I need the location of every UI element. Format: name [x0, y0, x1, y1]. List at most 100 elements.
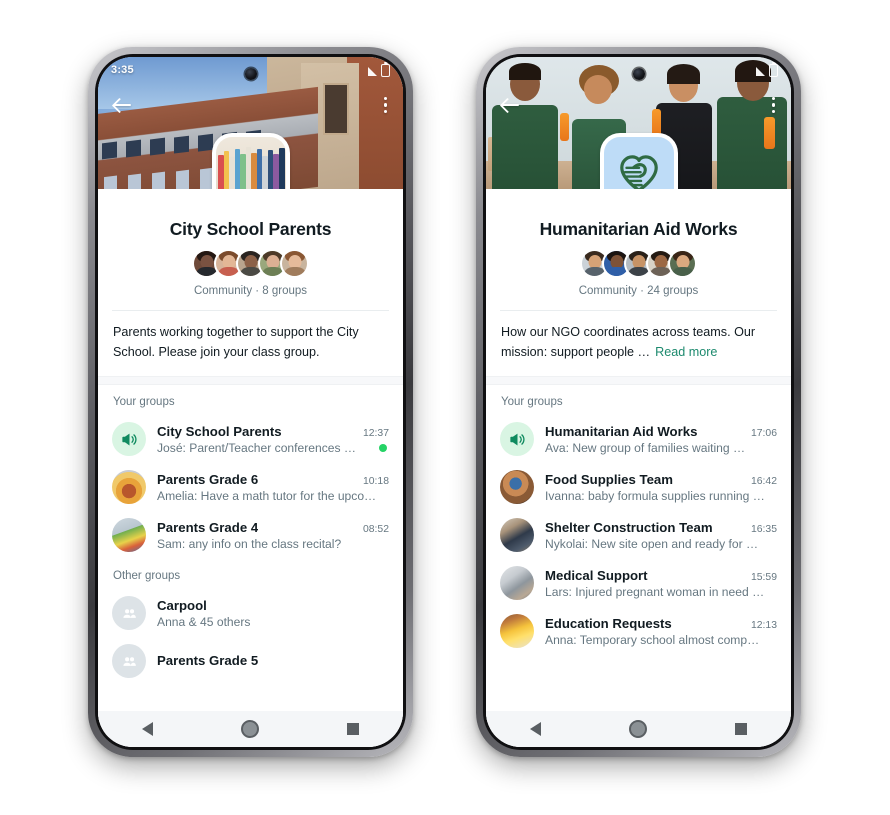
- group-item-top: Parents Grade 5: [157, 653, 389, 668]
- group-placeholder-icon: [112, 596, 146, 631]
- signal-icon: [368, 66, 377, 76]
- group-name: Parents Grade 4: [157, 519, 259, 535]
- books-photo-icon: [215, 137, 286, 189]
- group-name: City School Parents: [157, 423, 282, 439]
- group-avatar-photo: [500, 566, 534, 601]
- window: [126, 139, 141, 158]
- android-nav-bar-1: [98, 711, 403, 747]
- group-time: 15:59: [750, 571, 777, 583]
- group-preview-message: Sam: any info on the class recital?: [157, 536, 342, 551]
- group-avatar-photo: [500, 470, 534, 505]
- group-avatar-photo: [500, 614, 534, 649]
- community-meta: Community · 24 groups: [578, 285, 699, 297]
- window: [102, 141, 117, 160]
- battery-icon: [769, 61, 778, 77]
- group-item-content: Medical Support 15:59 Lars: Injured preg…: [545, 568, 777, 599]
- group-avatar-photo: [500, 518, 534, 553]
- group-list-item[interactable]: Parents Grade 6 10:18 Amelia: Have a mat…: [98, 463, 403, 511]
- group-item-content: Food Supplies Team 16:42 Ivanna: baby fo…: [545, 472, 777, 503]
- nav-home-icon[interactable]: [629, 720, 647, 738]
- group-list-item[interactable]: Shelter Construction Team 16:35 Nykolai:…: [486, 511, 791, 559]
- group-item-top: Shelter Construction Team 16:35: [545, 520, 777, 535]
- group-name: Medical Support: [545, 567, 648, 583]
- group-name: Food Supplies Team: [545, 471, 673, 487]
- group-list-item[interactable]: Parents Grade 5: [98, 637, 403, 685]
- group-item-top: Food Supplies Team 16:42: [545, 472, 777, 487]
- phone-bezel-2: Humanitarian Aid Works Community · 24 gr…: [483, 54, 794, 750]
- group-time: 10:18: [362, 475, 389, 487]
- group-list-item[interactable]: Parents Grade 4 08:52 Sam: any info on t…: [98, 511, 403, 559]
- window: [174, 135, 189, 154]
- phone-device-1: 3:35 City School Parents Community · 8 g…: [88, 47, 413, 757]
- megaphone-glyph: [509, 433, 524, 445]
- window: [104, 175, 117, 189]
- status-icons: [756, 61, 778, 77]
- group-item-content: Shelter Construction Team 16:35 Nykolai:…: [545, 520, 777, 551]
- megaphone-glyph: [121, 433, 136, 445]
- heart-hands-glyph: [619, 155, 658, 189]
- description-text: Parents working together to support the …: [113, 325, 359, 359]
- community-meta: Community · 8 groups: [193, 285, 308, 297]
- section-heading-your-groups: Your groups: [113, 396, 175, 409]
- group-preview-message: José: Parent/Teacher conferences …: [157, 440, 356, 455]
- group-item-top: Humanitarian Aid Works 17:06: [545, 424, 777, 439]
- group-item-bottom: Anna: Temporary school almost comp…: [545, 633, 777, 647]
- front-camera-icon: [244, 68, 257, 80]
- people-glyph: [122, 656, 136, 666]
- community-logo-1[interactable]: [211, 133, 290, 189]
- overflow-menu-icon[interactable]: [380, 93, 391, 117]
- top-app-bar-2: [486, 83, 791, 127]
- avatar: [668, 249, 697, 278]
- member-avatars: [112, 249, 389, 278]
- group-list-item[interactable]: City School Parents 12:37 José: Parent/T…: [98, 415, 403, 463]
- avatar: [280, 249, 309, 278]
- group-time: 16:35: [750, 523, 777, 535]
- group-item-content: Humanitarian Aid Works 17:06 Ava: New gr…: [545, 424, 777, 455]
- group-list-item[interactable]: Medical Support 15:59 Lars: Injured preg…: [486, 559, 791, 607]
- group-item-content: Parents Grade 5: [157, 653, 389, 670]
- nav-home-icon[interactable]: [241, 720, 259, 738]
- section-gap: [98, 376, 403, 386]
- community-description-1: Parents working together to support the …: [98, 311, 403, 376]
- group-preview-message: Lars: Injured pregnant woman in need …: [545, 584, 765, 599]
- nav-recents-icon[interactable]: [735, 723, 747, 735]
- read-more-link[interactable]: Read more: [655, 345, 717, 359]
- group-item-top: Medical Support 15:59: [545, 568, 777, 583]
- people-glyph: [122, 608, 136, 618]
- nav-back-icon[interactable]: [142, 722, 153, 736]
- group-item-content: City School Parents 12:37 José: Parent/T…: [157, 424, 389, 455]
- screenshot-stage: 3:35 City School Parents Community · 8 g…: [0, 0, 890, 815]
- group-item-content: Carpool Anna & 45 others: [157, 598, 389, 629]
- nav-recents-icon[interactable]: [347, 723, 359, 735]
- group-list-item[interactable]: Food Supplies Team 16:42 Ivanna: baby fo…: [486, 463, 791, 511]
- group-item-bottom: José: Parent/Teacher conferences …: [157, 441, 389, 455]
- overflow-menu-icon[interactable]: [768, 93, 779, 117]
- group-item-top: City School Parents 12:37: [157, 424, 389, 439]
- group-item-bottom: Ava: New group of families waiting …: [545, 441, 777, 455]
- community-title: Humanitarian Aid Works: [539, 219, 738, 239]
- group-list-item[interactable]: Carpool Anna & 45 others: [98, 589, 403, 637]
- group-item-bottom: Nykolai: New site open and ready for …: [545, 537, 777, 551]
- back-arrow-icon[interactable]: [498, 92, 524, 118]
- group-preview-message: Ivanna: baby formula supplies running …: [545, 488, 765, 503]
- section-gap: [486, 376, 791, 386]
- group-item-content: Education Requests 12:13 Anna: Temporary…: [545, 616, 777, 647]
- window: [128, 173, 141, 189]
- section-heading-your-groups: Your groups: [501, 396, 563, 409]
- group-item-bottom: Sam: any info on the class recital?: [157, 537, 389, 551]
- phone-screen-2: Humanitarian Aid Works Community · 24 gr…: [486, 57, 791, 747]
- group-time: 16:42: [750, 475, 777, 487]
- back-arrow-icon[interactable]: [110, 92, 136, 118]
- group-item-bottom: Anna & 45 others: [157, 615, 389, 629]
- community-header-2: Humanitarian Aid Works Community · 24 gr…: [486, 189, 791, 297]
- phone-bezel-1: 3:35 City School Parents Community · 8 g…: [95, 54, 406, 750]
- group-item-top: Parents Grade 6 10:18: [157, 472, 389, 487]
- status-clock: 3:35: [111, 64, 134, 76]
- group-item-content: Parents Grade 6 10:18 Amelia: Have a mat…: [157, 472, 389, 503]
- group-time: 12:13: [750, 619, 777, 631]
- heart-hands-icon: [603, 137, 674, 189]
- group-list-item[interactable]: Humanitarian Aid Works 17:06 Ava: New gr…: [486, 415, 791, 463]
- nav-back-icon[interactable]: [530, 722, 541, 736]
- group-list-item[interactable]: Education Requests 12:13 Anna: Temporary…: [486, 607, 791, 655]
- community-logo-2[interactable]: [599, 133, 678, 189]
